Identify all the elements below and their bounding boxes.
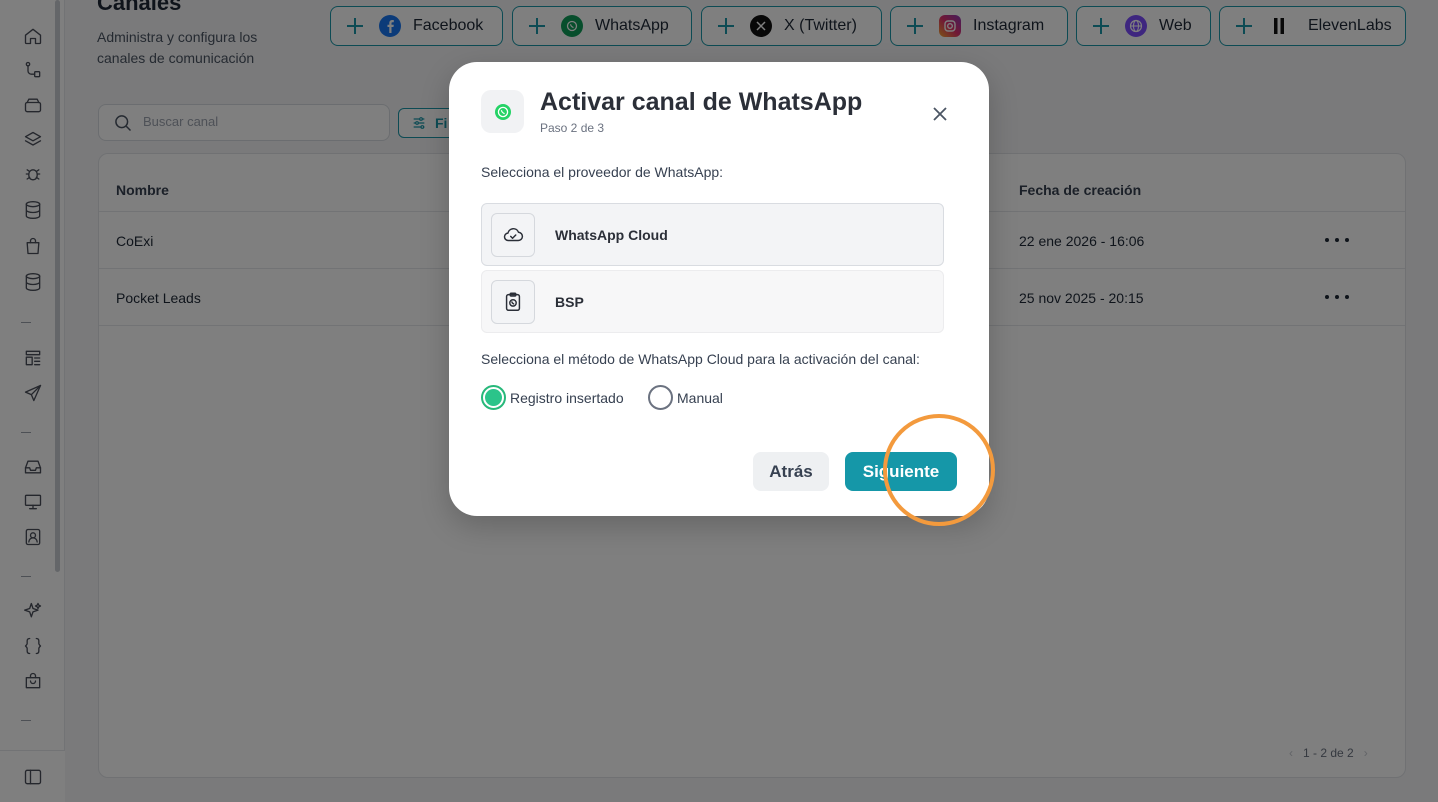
dialog-step: Paso 2 de 3: [540, 121, 605, 135]
cloud-check-icon: [491, 212, 535, 257]
radio-indicator[interactable]: [648, 385, 673, 410]
dialog-title: Activar canal de WhatsApp: [540, 88, 863, 116]
click-highlight-ring: [883, 414, 995, 526]
radio-registro-insertado[interactable]: Registro insertado: [481, 385, 624, 410]
provider-prompt: Selecciona el proveedor de WhatsApp:: [481, 164, 724, 180]
whatsapp-logo-icon: [481, 90, 524, 133]
provider-bsp[interactable]: BSP: [481, 270, 944, 333]
close-icon[interactable]: [930, 104, 950, 124]
radio-manual[interactable]: Manual: [648, 385, 723, 410]
clipboard-whatsapp-icon: [491, 279, 535, 324]
back-button[interactable]: Atrás: [753, 452, 829, 491]
method-prompt: Selecciona el método de WhatsApp Cloud p…: [481, 351, 920, 367]
radio-indicator[interactable]: [481, 385, 506, 410]
provider-whatsapp-cloud[interactable]: WhatsApp Cloud: [481, 203, 944, 266]
